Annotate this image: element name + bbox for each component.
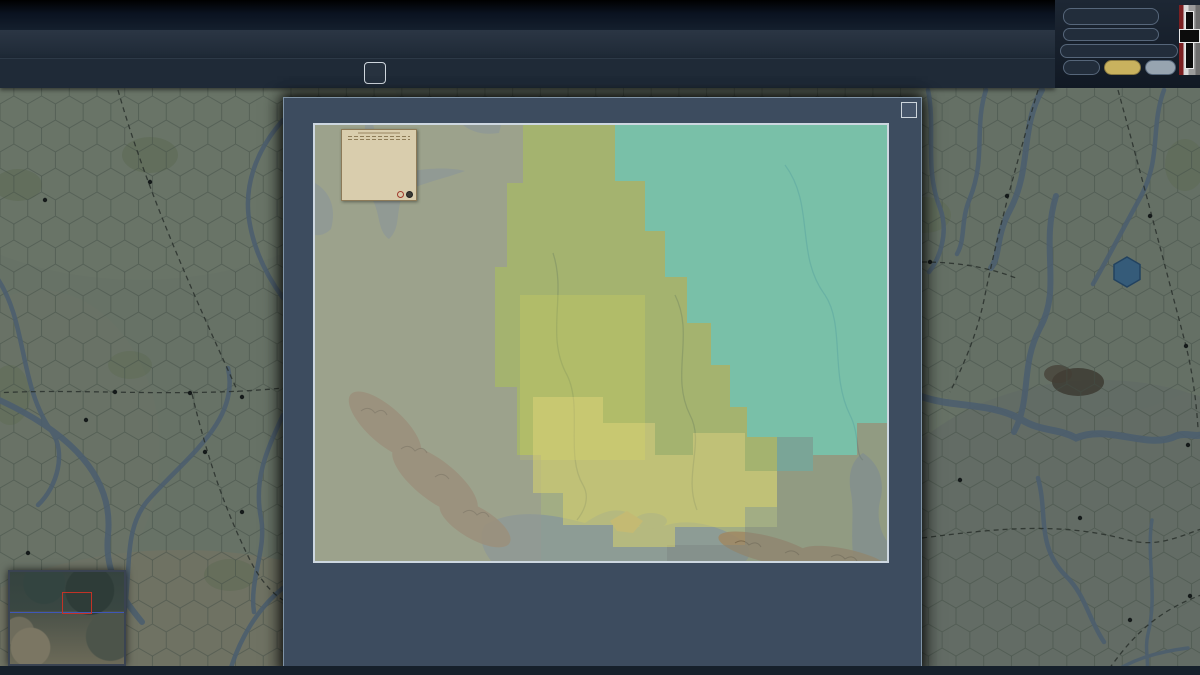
german-cross-emblem (1179, 5, 1200, 75)
top-menu-bar (0, 0, 1200, 30)
vehicle-pool-display (1060, 44, 1178, 58)
date-turn-display (1063, 8, 1159, 25)
game-screen (0, 0, 1200, 675)
main-toolbar (0, 30, 1055, 58)
bottom-bar[interactable] (0, 666, 1200, 675)
legend-dark-seal (406, 191, 413, 198)
yellow-indicator-button[interactable] (1104, 60, 1141, 75)
minimap[interactable] (8, 570, 126, 666)
minimap-terrain (10, 572, 124, 664)
empty-display (1063, 28, 1159, 41)
minimap-viewport[interactable] (62, 592, 92, 614)
mode-toolbar (0, 58, 1055, 88)
end-turn-button[interactable] (364, 62, 386, 84)
map-key-legend (341, 129, 417, 201)
legend-red-seal (397, 191, 404, 198)
weather-map (313, 123, 889, 563)
counter-button[interactable] (1063, 60, 1100, 75)
close-icon[interactable] (901, 102, 917, 118)
bracket-counter-button[interactable] (1145, 60, 1176, 75)
weather-zones-dialog (283, 97, 922, 675)
